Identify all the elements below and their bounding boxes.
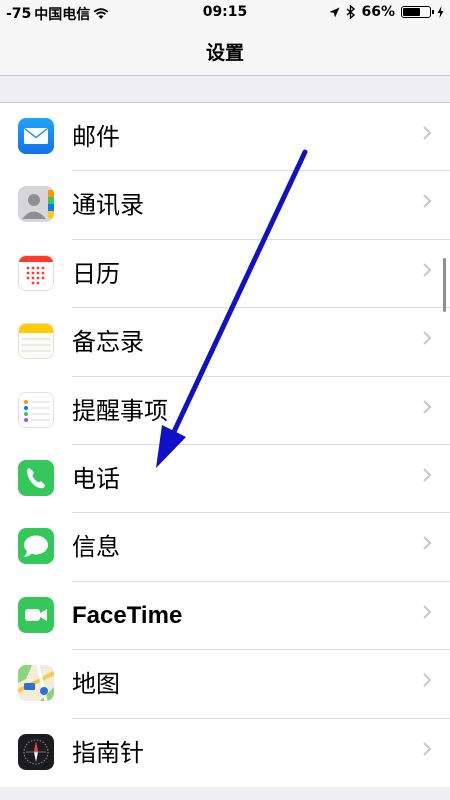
contacts-icon [18,186,54,223]
battery-percent: 66% [361,4,395,20]
notes-icon [18,323,54,360]
chevron-right-icon [423,263,432,277]
settings-row-notes[interactable]: 备忘录 [0,308,450,377]
phone-icon [18,459,54,496]
settings-row-label: 信息 [72,533,120,562]
facetime-icon [18,596,54,633]
settings-row-reminders[interactable]: 提醒事项 [0,377,450,445]
settings-row-phone[interactable]: 电话 [0,445,450,514]
settings-row-contacts[interactable]: 通讯录 [0,171,450,240]
chevron-right-icon [423,331,432,345]
scroll-indicator[interactable] [443,258,446,312]
chevron-right-icon [423,741,432,756]
location-icon [329,7,340,17]
chevron-right-icon [423,605,432,619]
settings-row-label: 日历 [72,259,120,288]
chevron-right-icon [423,468,432,482]
battery-icon [401,6,434,18]
settings-row-facetime[interactable]: FaceTime [0,582,450,651]
settings-row-messages[interactable]: 信息 [0,513,450,582]
bluetooth-icon [347,5,356,19]
maps-icon [18,665,54,702]
settings-row-compass[interactable]: 指南针 [0,719,450,787]
navigation-bar: 设置 [0,26,450,76]
status-bar: -75 中国电信 09:15 66% [0,0,450,26]
chevron-right-icon [423,673,432,687]
settings-row-mail[interactable]: 邮件 [0,103,450,172]
page-title: 设置 [205,42,244,64]
settings-row-label: 通讯录 [72,191,144,220]
calendar-icon [18,254,54,291]
settings-row-maps[interactable]: 地图 [0,650,450,719]
chevron-right-icon [423,399,432,414]
settings-row-label: 邮件 [72,123,120,151]
chevron-right-icon [423,194,432,209]
settings-row-calendar[interactable]: 日历 [0,240,450,309]
mail-icon [18,118,54,154]
settings-row-label: 地图 [72,670,120,699]
settings-list: 邮件 通讯录 日历 备忘录 提醒事项 电话 信息 FaceTime 地图 指南针 [0,102,450,787]
settings-row-label: 提醒事项 [72,396,168,425]
status-right: 66% [329,4,444,20]
settings-row-label: FaceTime [72,601,183,629]
chevron-right-icon [423,536,432,551]
settings-row-label: 电话 [72,464,120,493]
settings-row-label: 指南针 [72,738,144,767]
settings-row-label: 备忘录 [72,328,144,357]
reminders-icon [18,391,54,428]
chevron-right-icon [423,126,432,140]
charging-icon [437,6,444,18]
messages-icon [18,528,54,565]
compass-icon [18,733,54,770]
